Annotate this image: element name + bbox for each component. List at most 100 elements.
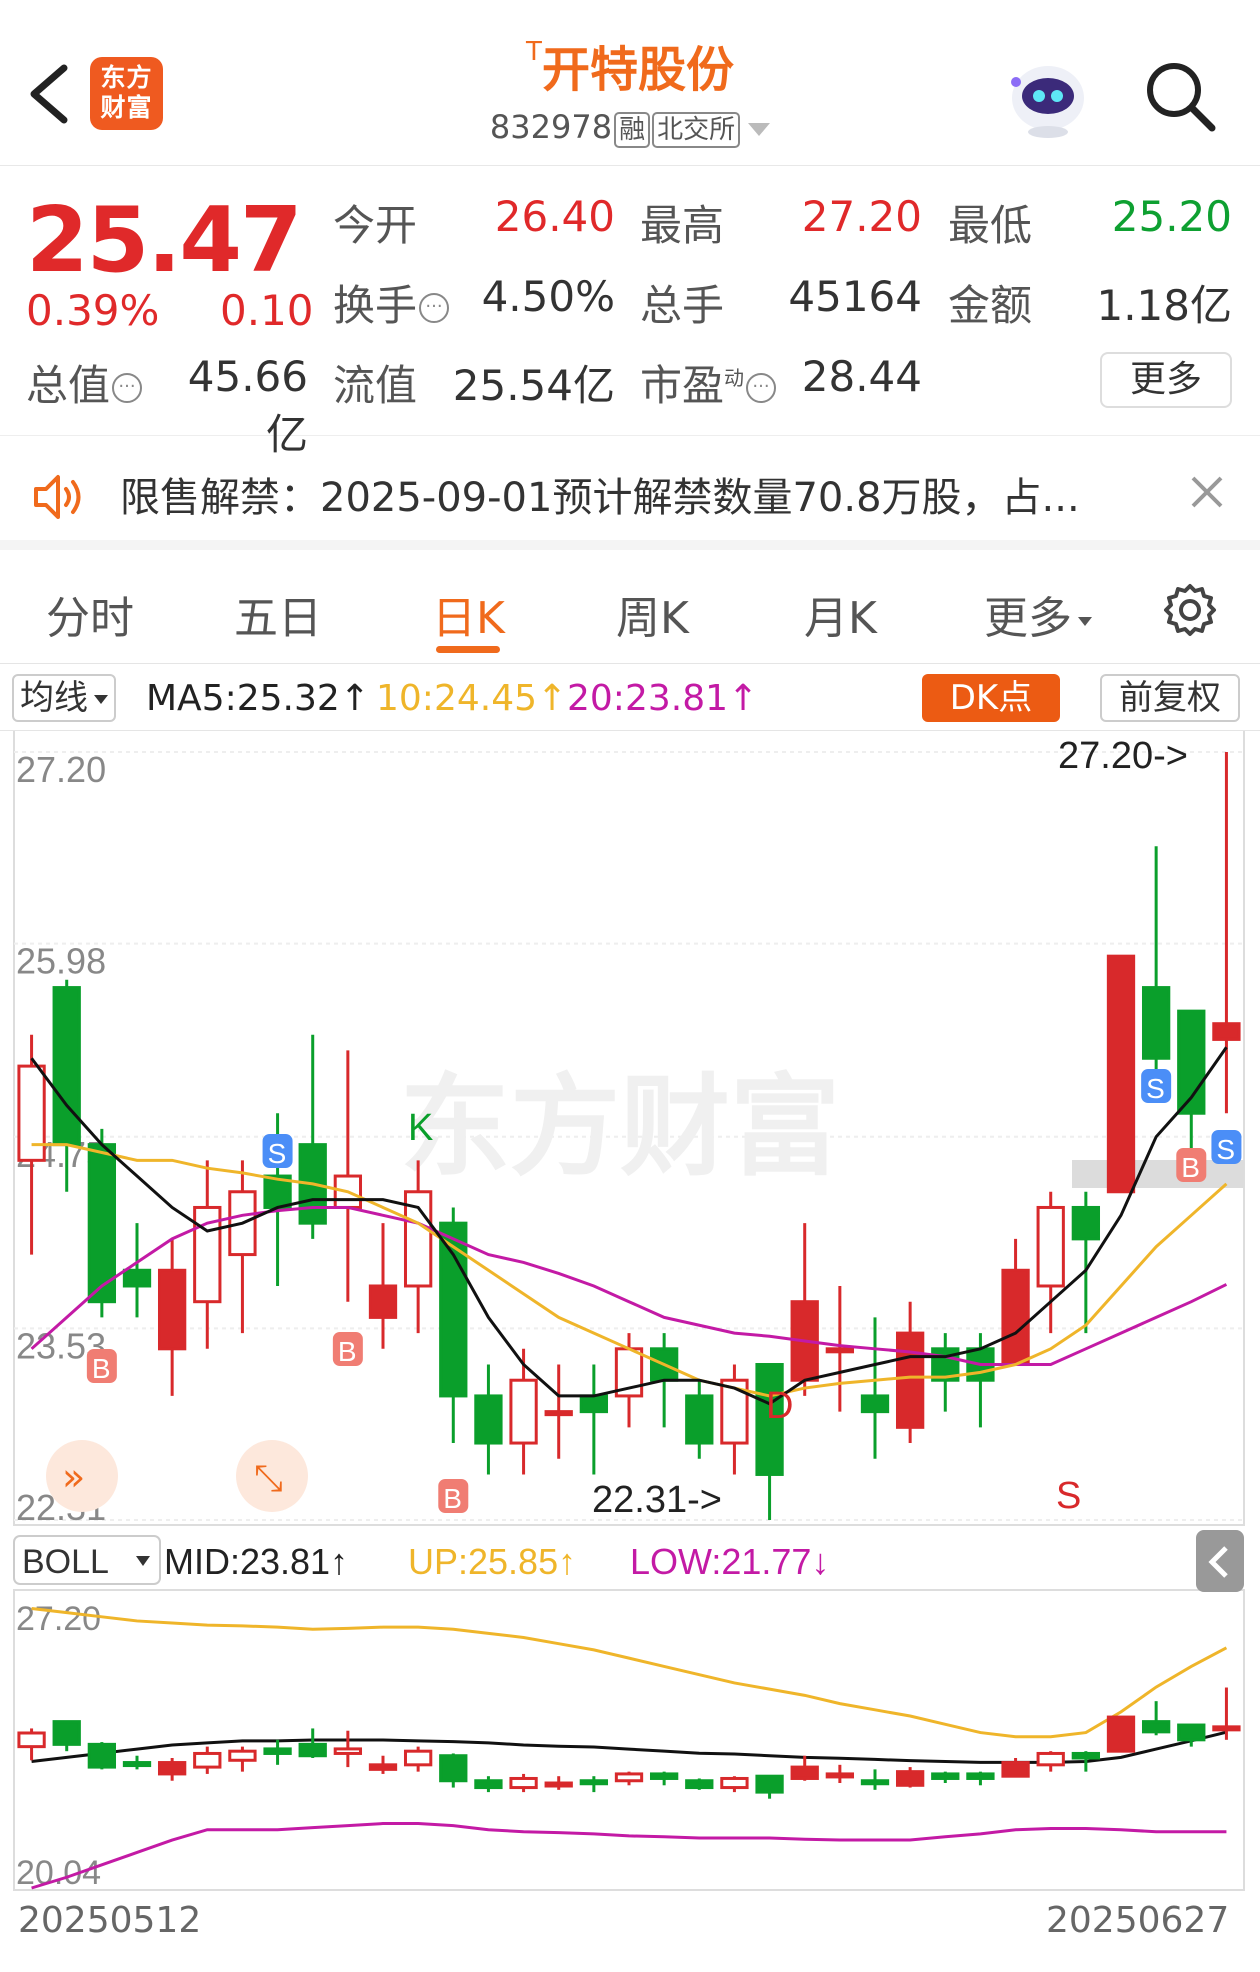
signal-letter-d: D (766, 1385, 793, 1427)
info-icon[interactable]: ··· (419, 293, 450, 323)
boll-pane-frame (13, 1589, 1245, 1891)
boll-candle (1001, 1761, 1030, 1778)
last-price: 25.47 (26, 188, 303, 293)
boll-candle (649, 1772, 679, 1780)
boll-candle (193, 1751, 222, 1769)
indicator-select-label: 均线 (20, 678, 88, 718)
gear-icon[interactable] (1160, 580, 1220, 640)
more-button[interactable]: 更多 (1100, 352, 1232, 408)
kline-candle (895, 1331, 925, 1429)
boll-candle (1036, 1751, 1065, 1767)
boll-low-line (31, 1822, 1227, 1890)
label-pe: 市盈动 ··· (640, 352, 777, 413)
boll-candle (685, 1779, 714, 1790)
value-amount: 1.18亿 (1096, 281, 1232, 330)
search-icon[interactable] (1140, 56, 1220, 136)
boll-candle (333, 1747, 363, 1755)
value-volume: 45164 (788, 272, 922, 321)
kline-candle (1212, 1022, 1241, 1041)
boll-select-label: BOLL (22, 1543, 109, 1581)
caret-down-icon (94, 695, 108, 704)
value-high: 27.20 (801, 192, 922, 241)
dk-point-button[interactable]: DK点 (922, 674, 1060, 722)
boll-candle (87, 1742, 117, 1769)
kline-candle (544, 1410, 573, 1417)
kline-candle (52, 986, 81, 1147)
label-open: 今开 (333, 201, 418, 250)
kline-candle (1001, 1268, 1030, 1367)
low-marker: 22.31-> (592, 1479, 722, 1521)
boll-candle (368, 1763, 398, 1771)
tab-weekly-k[interactable]: 周K (616, 582, 689, 646)
indicator-select[interactable]: 均线 (12, 674, 116, 722)
stock-code: 832978 (489, 108, 613, 146)
label-amount: 金额 (948, 281, 1033, 330)
kline-candle (474, 1394, 503, 1445)
tab-monthly-k[interactable]: 月K (804, 582, 877, 646)
boll-candle (790, 1765, 819, 1780)
kline-candle (17, 1064, 46, 1162)
value-float: 25.54亿 (452, 361, 615, 410)
kline-candle (825, 1347, 855, 1354)
ma20-value: 20:23.81↑ (567, 678, 759, 719)
value-pe: 28.44 (801, 352, 922, 401)
info-icon[interactable]: ··· (112, 373, 143, 403)
double-chevron-icon: » (62, 1455, 85, 1499)
kline-candle (87, 1143, 117, 1304)
boll-candle (439, 1754, 468, 1783)
boll-candle (52, 1720, 81, 1746)
boll-candle (157, 1761, 187, 1776)
kline-candle (1071, 1205, 1101, 1241)
ma-legend-row: 均线 MA5:25.32↑ 10:24.45↑ 20:23.81↑ DK点 前复… (0, 668, 1260, 730)
tab-intraday[interactable]: 分时 (46, 582, 134, 646)
label-volume: 总手 (640, 281, 725, 330)
boll-candle (1071, 1751, 1101, 1760)
period-tabs: 分时 五日 日K 周K 月K 更多 (0, 560, 1260, 664)
info-icon[interactable]: ··· (746, 373, 777, 403)
kline-candle (1036, 1205, 1065, 1288)
boll-candle (860, 1779, 890, 1786)
ma10-value: 10:24.45↑ (376, 678, 568, 719)
badge-letter: B (338, 1336, 357, 1367)
boll-candle (1106, 1715, 1136, 1753)
boll-candle (298, 1742, 327, 1758)
boll-candle (825, 1772, 855, 1779)
boll-up-value: UP:25.85↑ (408, 1541, 576, 1582)
quote-panel: 25.47 0.39% 0.10 今开 26.40 最高 27.20 最低 25… (0, 166, 1260, 459)
robot-assistant-icon[interactable] (1003, 52, 1093, 142)
kline-candle (579, 1394, 609, 1414)
kline-candle (1106, 954, 1136, 1194)
kline-chart[interactable]: 27.2025.9824.7523.5322.31东方财富27.20->22.3… (0, 730, 1260, 1950)
exchange-tag: 北交所 (652, 112, 741, 148)
label-turnover: 换手 ··· (333, 272, 450, 333)
value-open: 26.40 (494, 192, 615, 241)
mktcap-label-text: 总值 (26, 361, 111, 410)
ma5-value: MA5:25.32↑ (146, 678, 370, 719)
boll-candle (122, 1761, 152, 1768)
boll-y-tick: 27.20 (16, 1600, 101, 1638)
value-low: 25.20 (1111, 192, 1232, 241)
caret-down-icon (1078, 616, 1092, 626)
boll-candle (228, 1749, 257, 1762)
value-turnover: 4.50% (481, 272, 615, 321)
badge-letter: S (1216, 1134, 1235, 1165)
tab-more[interactable]: 更多 (984, 582, 1092, 646)
watermark: 东方财富 (400, 1063, 840, 1191)
badge-letter: B (443, 1483, 462, 1514)
adjust-button[interactable]: 前复权 (1100, 674, 1240, 722)
kline-candle (122, 1268, 152, 1288)
badge-letter: S (1146, 1073, 1165, 1104)
label-high: 最高 (640, 201, 725, 250)
active-tab-indicator (436, 646, 500, 653)
boll-low-value: LOW:21.77↓ (630, 1541, 829, 1582)
app-header: 东方 财富 T开特股份 832978 融北交所 (0, 0, 1260, 166)
tab-five-day[interactable]: 五日 (234, 582, 322, 646)
chevron-down-icon[interactable] (748, 122, 771, 136)
kline-candle (157, 1268, 187, 1351)
kline-candle (860, 1394, 890, 1414)
close-icon[interactable] (1190, 475, 1224, 509)
pe-dynamic-sup: 动 (724, 366, 745, 390)
notice-bar[interactable]: 限售解禁：2025-09-01预计解禁数量70.8万股，占... (0, 437, 1260, 550)
tab-daily-k[interactable]: 日K (432, 582, 505, 646)
boll-candle (17, 1731, 46, 1749)
